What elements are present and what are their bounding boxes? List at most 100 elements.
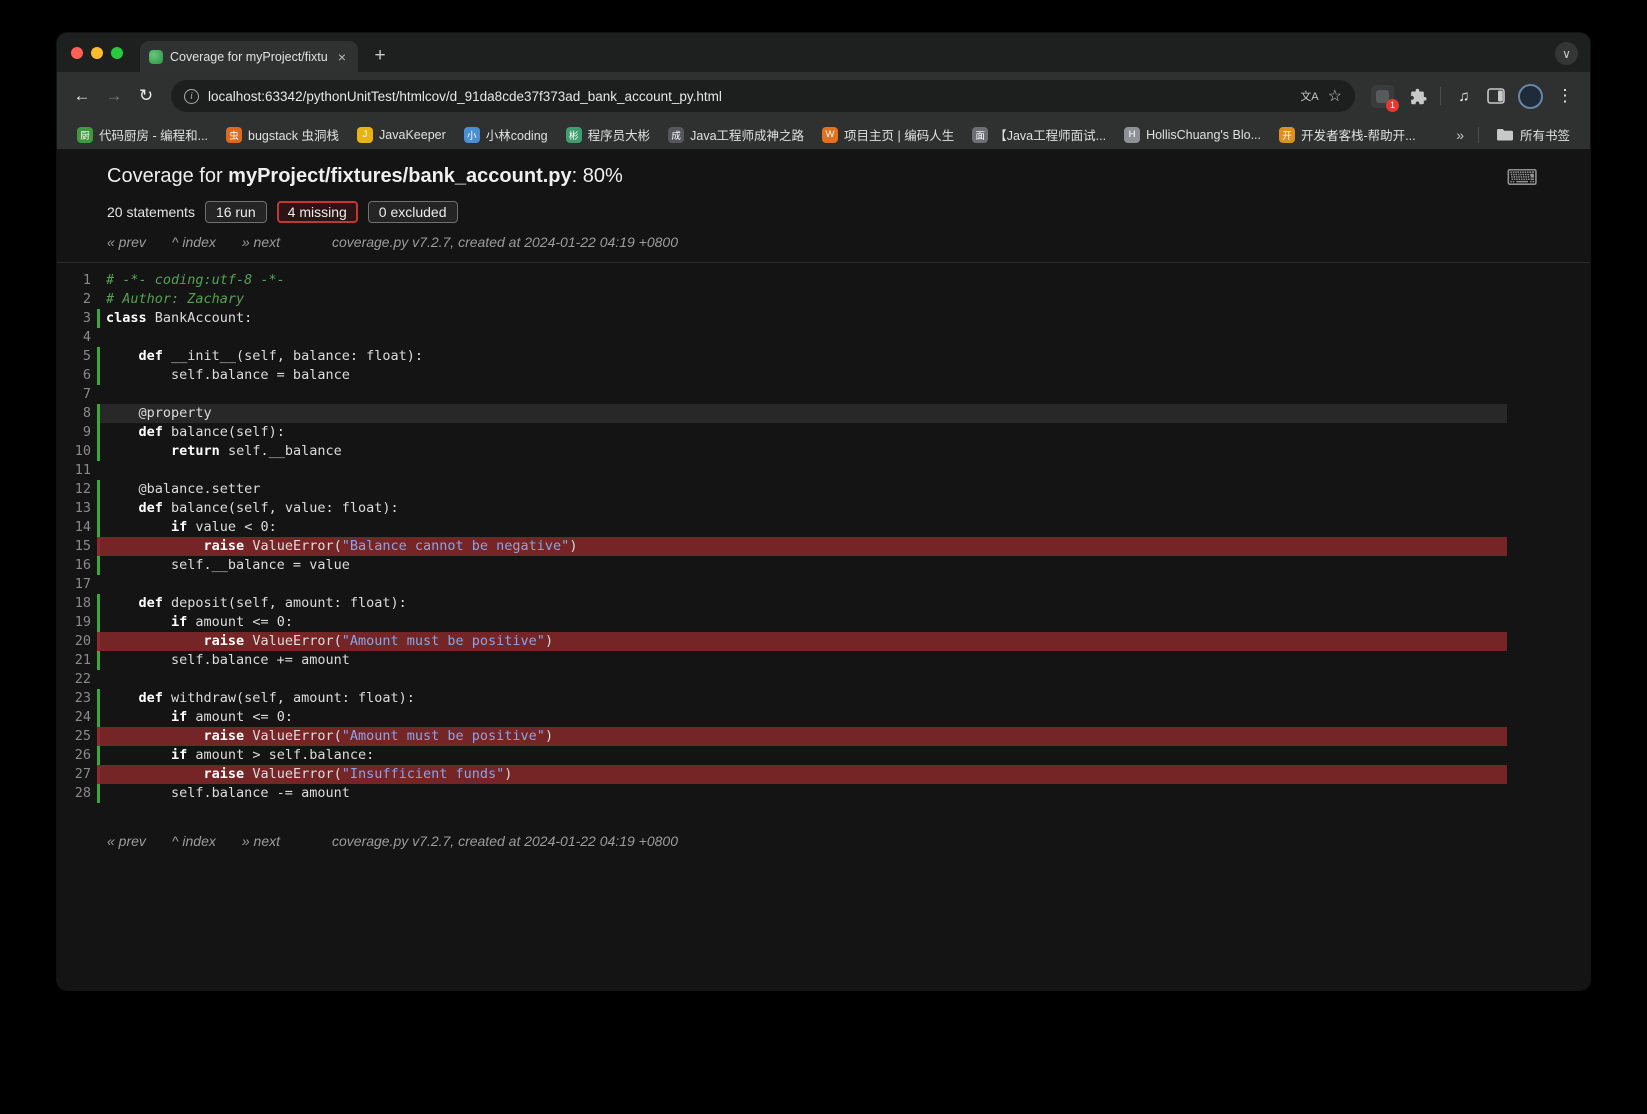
bookmarks-overflow-chevron-icon[interactable]: » <box>1452 127 1468 143</box>
profile-avatar[interactable] <box>1518 83 1543 109</box>
line-number[interactable]: 20 <box>57 632 97 651</box>
new-tab-button[interactable]: + <box>366 42 394 70</box>
bookmark-favicon-icon: W <box>822 126 839 143</box>
line-number[interactable]: 26 <box>57 746 97 765</box>
side-panel-icon[interactable] <box>1481 81 1511 111</box>
line-number[interactable]: 14 <box>57 518 97 537</box>
line-number[interactable]: 28 <box>57 784 97 803</box>
code-line-text: if amount > self.balance: <box>97 746 1507 765</box>
line-number[interactable]: 2 <box>57 290 97 309</box>
code-line-text: def deposit(self, amount: float): <box>97 594 1507 613</box>
line-number[interactable]: 19 <box>57 613 97 632</box>
bookmark-item[interactable]: W 项目主页 | 编码人生 <box>814 122 962 147</box>
pinned-extension-icon[interactable]: 1 <box>1371 84 1399 112</box>
bookmark-label: 【Java工程师面试... <box>994 129 1107 143</box>
prev-link[interactable]: « prev <box>107 833 146 849</box>
bookmark-label: 小林coding <box>485 129 548 143</box>
line-number[interactable]: 15 <box>57 537 97 556</box>
line-number[interactable]: 4 <box>57 328 97 347</box>
coverage-stats: 20 statements 16 run 4 missing 0 exclude… <box>107 201 1540 223</box>
code-line-text: @property <box>97 404 1507 423</box>
next-link[interactable]: » next <box>242 833 280 849</box>
bookmark-favicon-icon: 小 <box>463 126 480 143</box>
line-number[interactable]: 23 <box>57 689 97 708</box>
bookmark-item[interactable]: 小小林coding <box>456 122 556 147</box>
line-number[interactable]: 27 <box>57 765 97 784</box>
title-prefix: Coverage for <box>107 165 229 187</box>
line-number[interactable]: 17 <box>57 575 97 594</box>
back-icon[interactable]: ← <box>67 81 97 111</box>
bookmark-item[interactable]: 开开发者客栈-帮助开... <box>1271 122 1424 147</box>
next-link[interactable]: » next <box>242 234 280 250</box>
code-line: 18 def deposit(self, amount: float): <box>57 594 1507 613</box>
index-link[interactable]: ^ index <box>172 833 216 849</box>
line-number[interactable]: 24 <box>57 708 97 727</box>
media-controls-icon[interactable]: ♫ <box>1449 81 1479 111</box>
code-line-text: def balance(self): <box>97 423 1507 442</box>
code-line: 27 raise ValueError("Insufficient funds"… <box>57 765 1507 784</box>
line-number[interactable]: 13 <box>57 499 97 518</box>
close-window-button[interactable] <box>71 47 83 59</box>
line-number[interactable]: 1 <box>57 271 97 290</box>
missing-filter-button[interactable]: 4 missing <box>276 201 358 223</box>
line-number[interactable]: 21 <box>57 651 97 670</box>
line-number[interactable]: 18 <box>57 594 97 613</box>
bookmark-item[interactable]: 彬程序员大彬 <box>558 122 659 147</box>
line-number[interactable]: 9 <box>57 423 97 442</box>
code-line-text: self.balance = balance <box>97 366 1507 385</box>
keyboard-shortcuts-icon[interactable]: ⌨ <box>1506 165 1538 191</box>
browser-toolbar: ← → ↻ i localhost:63342/pythonUnitTest/h… <box>57 72 1590 120</box>
url-text[interactable]: localhost:63342/pythonUnitTest/htmlcov/d… <box>208 89 1291 104</box>
line-number[interactable]: 16 <box>57 556 97 575</box>
tab-search-chevron-icon[interactable]: ∨ <box>1555 42 1578 65</box>
bookmark-item[interactable]: J JavaKeeper <box>349 124 454 146</box>
prev-link[interactable]: « prev <box>107 234 146 250</box>
line-number[interactable]: 12 <box>57 480 97 499</box>
bookmark-item[interactable]: H HollisChuang's Blo... <box>1116 124 1269 146</box>
maximize-window-button[interactable] <box>111 47 123 59</box>
browser-tab[interactable]: Coverage for myProject/fixtur × <box>140 41 358 72</box>
minimize-window-button[interactable] <box>91 47 103 59</box>
extension-notification-badge: 1 <box>1386 98 1399 112</box>
extensions-puzzle-icon[interactable] <box>1402 81 1432 111</box>
bookmark-item[interactable]: 成 Java工程师成神之路 <box>660 122 812 147</box>
bookmark-item[interactable]: 面【Java工程师面试... <box>964 122 1114 147</box>
reload-icon[interactable]: ↻ <box>131 81 161 111</box>
excluded-filter-button[interactable]: 0 excluded <box>367 201 458 223</box>
address-bar[interactable]: i localhost:63342/pythonUnitTest/htmlcov… <box>171 80 1355 112</box>
line-number[interactable]: 3 <box>57 309 97 328</box>
coverage-favicon-icon <box>149 49 163 64</box>
all-bookmarks-button[interactable]: 所有书签 <box>1489 122 1578 147</box>
line-number[interactable]: 8 <box>57 404 97 423</box>
bookmark-favicon-icon: 成 <box>668 126 685 143</box>
translate-icon[interactable]: 文A <box>1300 88 1318 104</box>
code-line: 1 # -*- coding:utf-8 -*- <box>57 271 1507 290</box>
bookmark-favicon-icon: H <box>1124 126 1141 143</box>
line-number[interactable]: 7 <box>57 385 97 404</box>
code-line-text: def __init__(self, balance: float): <box>97 347 1507 366</box>
line-number[interactable]: 6 <box>57 366 97 385</box>
code-line-text: raise ValueError("Amount must be positiv… <box>97 632 1507 651</box>
index-link[interactable]: ^ index <box>172 234 216 250</box>
bookmark-item[interactable]: 厨代码厨房 - 编程和... <box>69 122 216 147</box>
line-number[interactable]: 10 <box>57 442 97 461</box>
line-number[interactable]: 5 <box>57 347 97 366</box>
line-number[interactable]: 25 <box>57 727 97 746</box>
browser-menu-icon[interactable]: ⋮ <box>1550 81 1580 111</box>
run-filter-button[interactable]: 16 run <box>204 201 267 223</box>
code-line-text: raise ValueError("Insufficient funds") <box>97 765 1507 784</box>
forward-icon[interactable]: → <box>99 81 129 111</box>
line-number[interactable]: 22 <box>57 670 97 689</box>
report-nav: « prev ^ index » next coverage.py v7.2.7… <box>107 234 1540 262</box>
tab-close-icon[interactable]: × <box>335 49 349 65</box>
site-info-icon[interactable]: i <box>184 88 199 104</box>
bookmark-item[interactable]: 虫 bugstack 虫洞栈 <box>218 122 347 147</box>
bookmark-star-icon[interactable]: ☆ <box>1328 86 1342 106</box>
bookmark-label: 代码厨房 - 编程和... <box>99 129 209 143</box>
bookmark-label: 开发者客栈-帮助开... <box>1301 129 1416 143</box>
code-line-text: self.balance += amount <box>97 651 1507 670</box>
code-line-text: # Author: Zachary <box>106 291 245 307</box>
line-number[interactable]: 11 <box>57 461 97 480</box>
title-filepath: myProject/fixtures/bank_account.py <box>228 165 572 187</box>
